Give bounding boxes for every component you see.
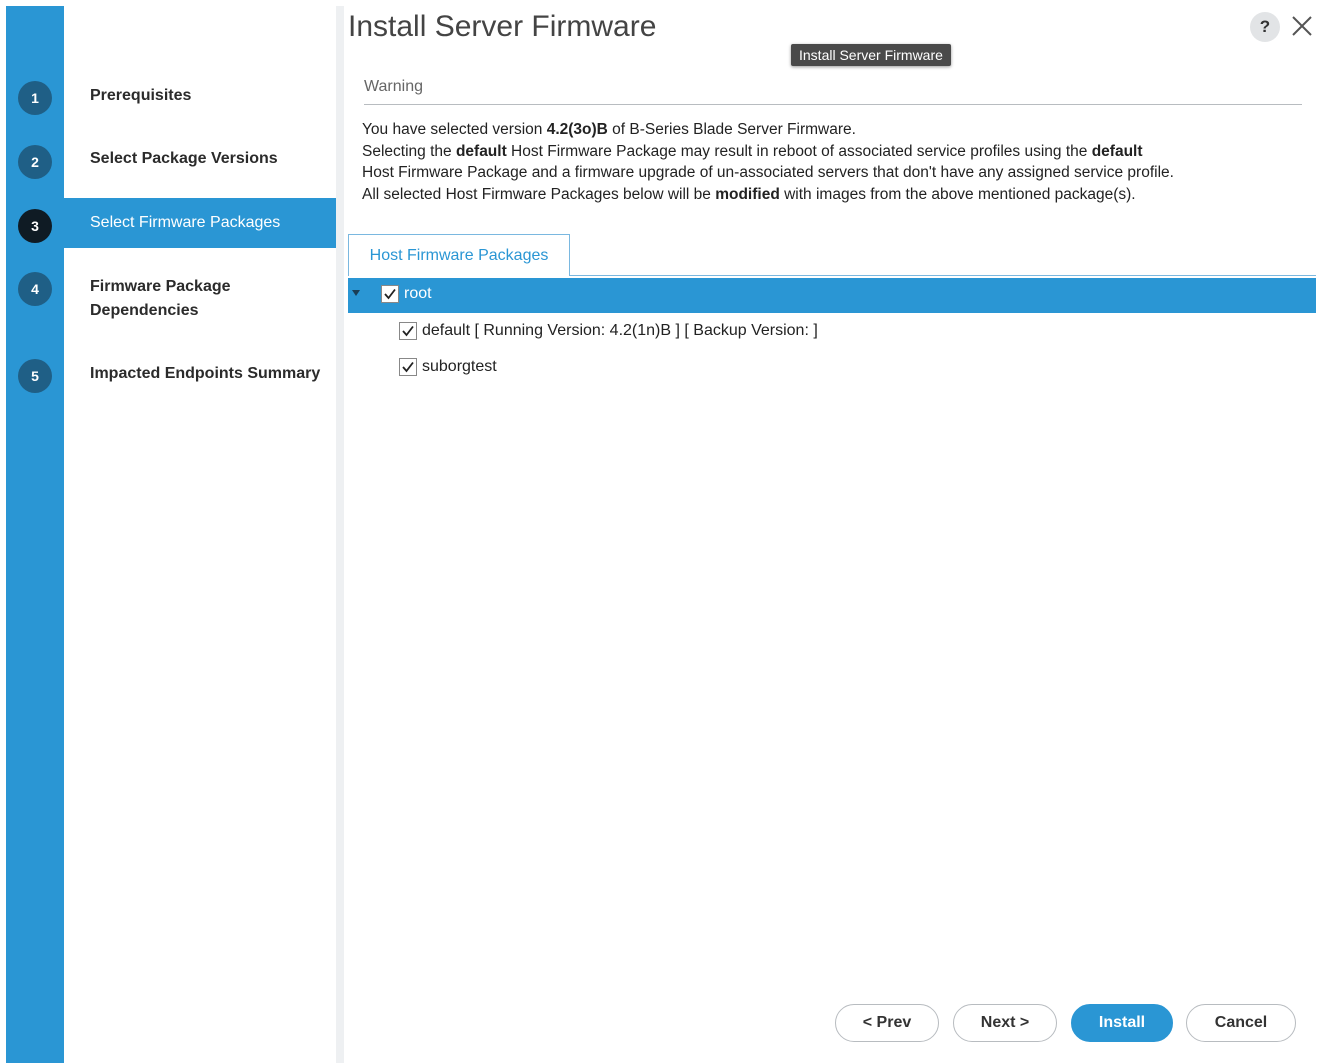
- dialog-title: Install Server Firmware: [348, 10, 657, 43]
- step-1-badge: 1: [18, 81, 52, 115]
- default-emphasis: default: [455, 142, 507, 160]
- tree-row-root[interactable]: [348, 278, 1316, 313]
- step-5-badge: 5: [18, 359, 52, 393]
- checkmark-icon: [402, 361, 414, 373]
- help-icon[interactable]: ?: [1250, 12, 1280, 42]
- warning-line-4: All selected Host Firmware Packages belo…: [362, 184, 1262, 206]
- tree-label-suborgtest[interactable]: suborgtest: [422, 357, 497, 377]
- step-select-package-versions[interactable]: Select Package Versions: [90, 147, 330, 171]
- expand-caret-icon[interactable]: [352, 290, 360, 296]
- suborgtest-checkbox[interactable]: [399, 358, 417, 376]
- tree-label-root[interactable]: root: [404, 284, 432, 304]
- panel-divider: [336, 6, 344, 1063]
- step-3-badge: 3: [18, 209, 52, 243]
- default-emphasis: default: [1091, 142, 1143, 160]
- warning-text: You have selected version: [362, 121, 547, 138]
- step-impacted-endpoints-summary[interactable]: Impacted Endpoints Summary: [90, 362, 330, 386]
- prev-button[interactable]: < Prev: [835, 1004, 939, 1042]
- step-firmware-package-dependencies[interactable]: Firmware Package Dependencies: [90, 275, 290, 323]
- selected-version: 4.2(3o)B: [546, 121, 608, 138]
- warning-text: All selected Host Firmware Packages belo…: [362, 185, 716, 203]
- checkmark-icon: [402, 325, 414, 337]
- warning-line-2: Selecting the default Host Firmware Pack…: [362, 141, 1262, 163]
- warning-text: of B-Series Blade Server Firmware.: [607, 121, 856, 138]
- default-checkbox[interactable]: [399, 322, 417, 340]
- title-tooltip: Install Server Firmware: [791, 44, 951, 66]
- step-2-badge: 2: [18, 145, 52, 179]
- warning-line-3: Host Firmware Package and a firmware upg…: [362, 164, 1174, 181]
- warning-divider: [364, 104, 1302, 105]
- tree-label-default[interactable]: default [ Running Version: 4.2(1n)B ] [ …: [422, 321, 818, 341]
- step-4-badge: 4: [18, 272, 52, 306]
- tab-host-firmware-packages[interactable]: Host Firmware Packages: [348, 234, 570, 276]
- step-prerequisites[interactable]: Prerequisites: [90, 84, 330, 108]
- cancel-button[interactable]: Cancel: [1186, 1004, 1296, 1042]
- close-icon[interactable]: [1290, 14, 1314, 38]
- warning-message: You have selected version 4.2(3o)B of B-…: [362, 119, 1262, 205]
- warning-heading: Warning: [364, 78, 423, 95]
- warning-text: Host Firmware Package may result in rebo…: [506, 142, 1092, 160]
- modified-emphasis: modified: [715, 185, 780, 203]
- warning-text: Selecting the: [362, 142, 456, 160]
- warning-line-1: You have selected version 4.2(3o)B of B-…: [362, 119, 1262, 141]
- warning-text: with images from the above mentioned pac…: [779, 185, 1136, 203]
- next-button[interactable]: Next >: [953, 1004, 1057, 1042]
- step-select-firmware-packages[interactable]: Select Firmware Packages: [90, 211, 330, 235]
- checkmark-icon: [384, 288, 396, 300]
- install-button[interactable]: Install: [1071, 1004, 1173, 1042]
- root-checkbox[interactable]: [381, 285, 399, 303]
